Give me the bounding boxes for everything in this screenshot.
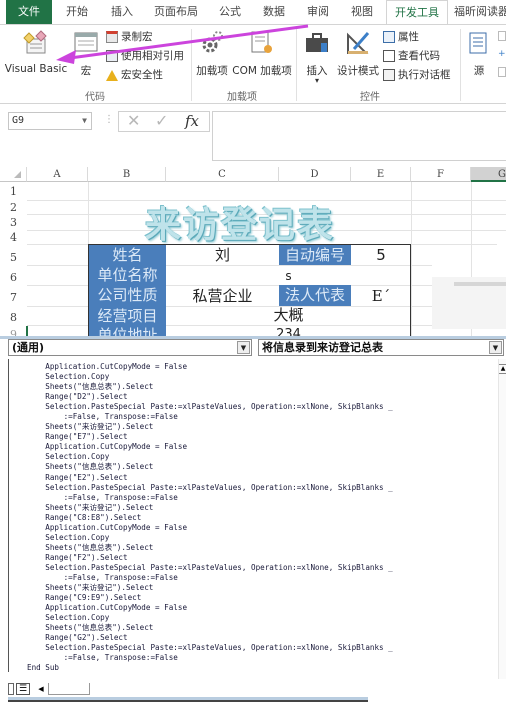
enter-icon[interactable]: ✓	[155, 111, 168, 130]
label-unit-name: 单位名称	[89, 265, 166, 285]
code-editor[interactable]: Application.CutCopyMode = False Selectio…	[8, 359, 498, 672]
procedure-combo[interactable]: 将信息录到来访登记总表 ▼	[258, 339, 504, 356]
name-box[interactable]: G9 ▼	[8, 112, 92, 130]
cancel-icon[interactable]: ✕	[127, 111, 140, 130]
active-row-indicator	[26, 326, 28, 336]
object-combo-value: (通用)	[12, 341, 45, 354]
select-all-corner[interactable]	[0, 167, 27, 182]
row-header-4[interactable]: 4	[0, 231, 27, 244]
scroll-up-icon[interactable]: ▲	[499, 364, 506, 374]
insert-function-icon[interactable]: fx	[185, 112, 199, 130]
value-unit-name[interactable]: s	[166, 266, 411, 286]
code-line[interactable]: Selection.PasteSpecial Paste:=xlPasteVal…	[27, 402, 392, 412]
code-line[interactable]: Sheets("来访登记").Select	[27, 422, 393, 432]
code-line[interactable]: Sheets("信息总表").Select	[27, 623, 393, 633]
label-business: 经营项目	[89, 306, 166, 325]
code-line[interactable]: :=False, Transpose:=False	[27, 412, 393, 422]
label-name: 姓名	[89, 245, 166, 265]
column-header-g[interactable]: G	[471, 167, 506, 182]
formula-buttons: ✕ ✓ fx	[118, 111, 210, 132]
code-line[interactable]: End Sub	[27, 663, 393, 673]
value-legal-rep[interactable]: E´	[351, 286, 411, 306]
chevron-down-icon[interactable]: ▼	[489, 341, 502, 354]
label-legal-rep: 法人代表	[279, 285, 351, 306]
value-business[interactable]: 大概	[166, 305, 411, 325]
sheet-title: 来访登记表	[145, 204, 336, 246]
value-auto-id[interactable]: 5	[351, 245, 411, 265]
code-line[interactable]: :=False, Transpose:=False	[27, 573, 393, 583]
horizontal-scrollbar[interactable]	[48, 683, 90, 695]
label-auto-id: 自动编号	[279, 245, 351, 265]
code-view-bar: ☰ ◀	[8, 683, 368, 697]
code-line[interactable]: Range("E2").Select	[27, 473, 393, 483]
code-line[interactable]: Selection.Copy	[27, 452, 393, 462]
code-line[interactable]: Range("F2").Select	[27, 553, 393, 563]
chevron-down-icon[interactable]: ▼	[82, 113, 87, 129]
value-name[interactable]: 刘	[166, 245, 279, 265]
column-header-d[interactable]: D	[279, 167, 351, 182]
code-vertical-scrollbar[interactable]: ▲	[498, 359, 506, 679]
row-header-2[interactable]: 2	[0, 201, 27, 214]
code-line[interactable]: Range("E7").Select	[27, 432, 393, 442]
code-line[interactable]: :=False, Transpose:=False	[27, 493, 393, 503]
label-address: 单位地址	[89, 325, 166, 336]
code-line[interactable]: Sheets("来访登记").Select	[27, 583, 393, 593]
vba-window-bottom	[8, 697, 368, 702]
code-lines[interactable]: Application.CutCopyMode = False Selectio…	[27, 362, 393, 673]
full-module-view-icon[interactable]: ☰	[16, 683, 30, 695]
name-box-value: G9	[12, 115, 25, 126]
code-line[interactable]: Selection.Copy	[27, 533, 393, 543]
label-company-type: 公司性质	[89, 285, 166, 306]
column-header-a[interactable]: A	[27, 167, 88, 182]
value-address[interactable]: 234	[166, 325, 411, 336]
procedure-combo-value: 将信息录到来访登记总表	[262, 341, 383, 354]
code-line[interactable]: Selection.PasteSpecial Paste:=xlPasteVal…	[27, 643, 392, 653]
object-combo[interactable]: (通用) ▼	[8, 339, 252, 356]
row-header-7[interactable]: 7	[0, 291, 27, 304]
code-line[interactable]: :=False, Transpose:=False	[27, 653, 393, 663]
row-header-8[interactable]: 8	[0, 311, 27, 324]
code-line[interactable]: Application.CutCopyMode = False	[27, 523, 393, 533]
code-line[interactable]: Application.CutCopyMode = False	[27, 362, 393, 372]
code-line[interactable]: Application.CutCopyMode = False	[27, 603, 393, 613]
code-line[interactable]: Sheets("信息总表").Select	[27, 462, 393, 472]
row-header-3[interactable]: 3	[0, 216, 27, 229]
row-header-6[interactable]: 6	[0, 271, 27, 284]
chevron-down-icon[interactable]: ▼	[237, 341, 250, 354]
column-header-c[interactable]: C	[166, 167, 279, 182]
row-header-5[interactable]: 5	[0, 251, 27, 264]
code-line[interactable]: Application.CutCopyMode = False	[27, 442, 393, 452]
code-line[interactable]: Range("D2").Select	[27, 392, 393, 402]
code-line[interactable]: Range("C9:E9").Select	[27, 593, 393, 603]
gridline	[411, 182, 412, 337]
column-header-b[interactable]: B	[88, 167, 166, 182]
code-line[interactable]: Selection.Copy	[27, 372, 393, 382]
code-line[interactable]: Sheets("信息总表").Select	[27, 543, 393, 553]
code-line[interactable]: Selection.Copy	[27, 613, 393, 623]
formula-input[interactable]	[212, 111, 506, 161]
faded-bar	[454, 282, 506, 286]
code-line[interactable]: Range("C8:E8").Select	[27, 513, 393, 523]
procedure-view-icon[interactable]	[8, 683, 14, 695]
code-line[interactable]: Selection.PasteSpecial Paste:=xlPasteVal…	[27, 483, 392, 493]
value-company-type[interactable]: 私营企业	[166, 286, 279, 306]
annotation-arrow	[56, 24, 309, 64]
formula-bar-grip: ⋮	[104, 114, 114, 125]
code-line[interactable]: Sheets("来访登记").Select	[27, 503, 393, 513]
scroll-left-icon[interactable]: ◀	[34, 683, 48, 695]
code-line[interactable]: Sheets("信息总表").Select	[27, 382, 393, 392]
row-header-1[interactable]: 1	[0, 185, 27, 198]
code-line[interactable]: Range("G2").Select	[27, 633, 393, 643]
code-line[interactable]: Selection.PasteSpecial Paste:=xlPasteVal…	[27, 563, 392, 573]
column-header-e[interactable]: E	[351, 167, 411, 182]
column-header-f[interactable]: F	[411, 167, 471, 182]
